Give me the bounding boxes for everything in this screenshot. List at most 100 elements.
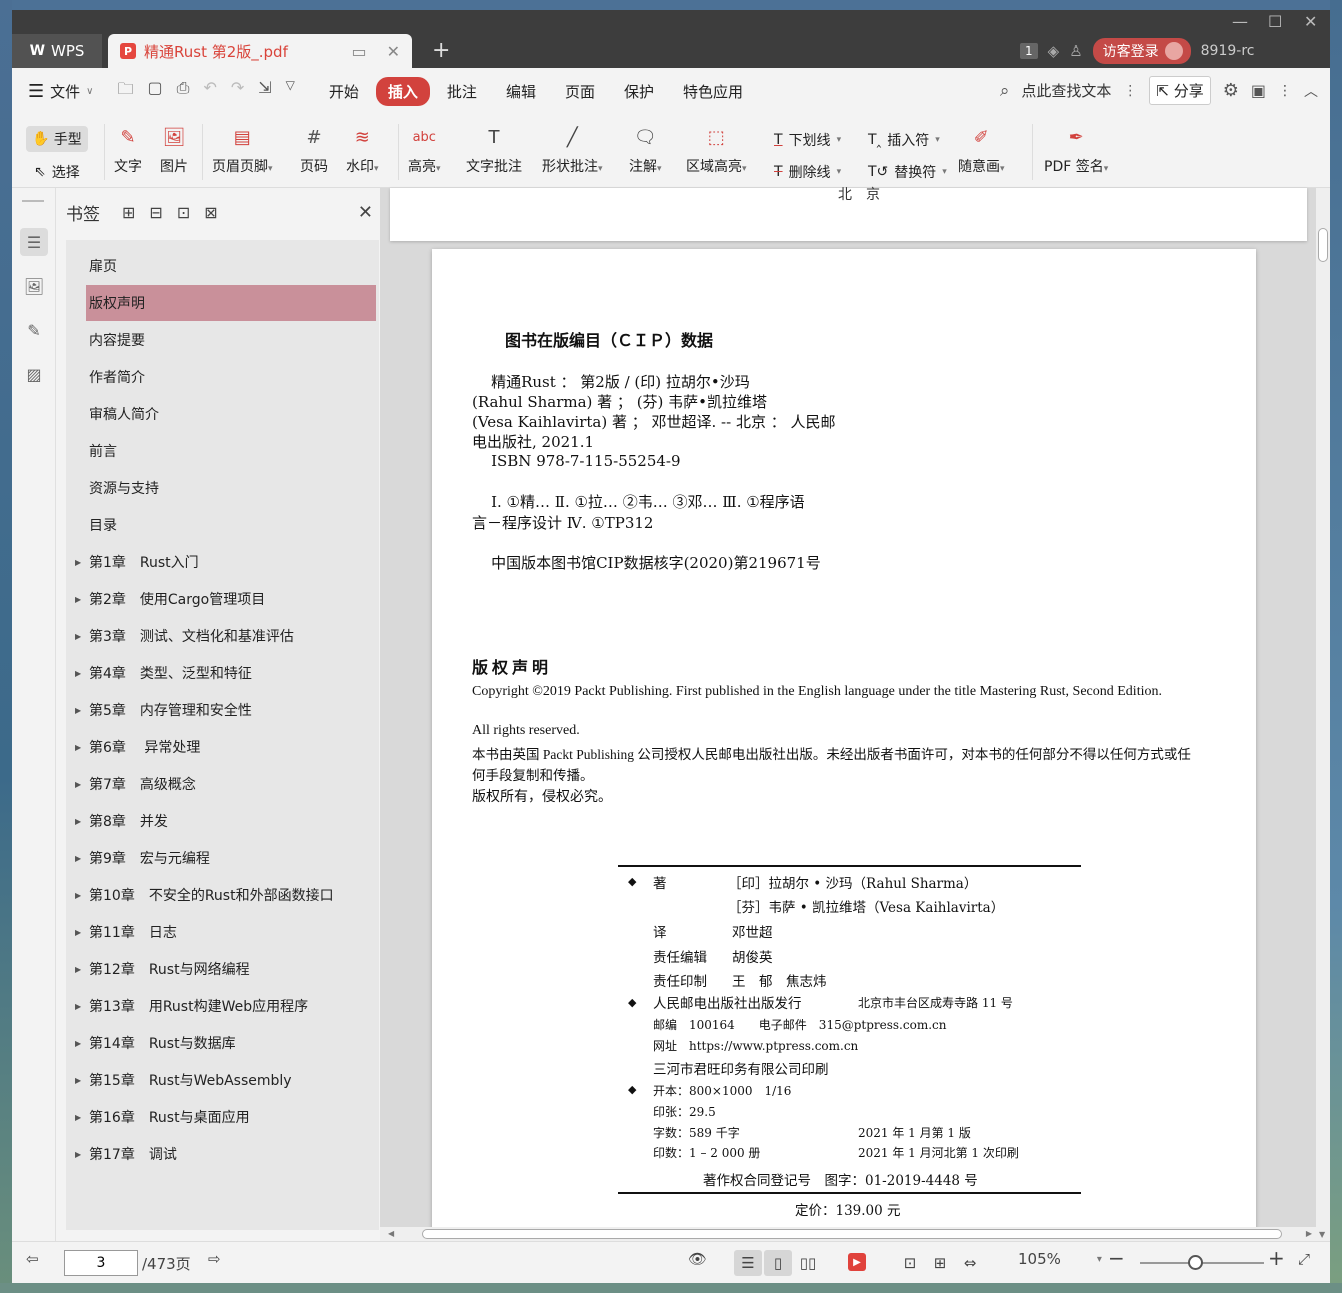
menu-protect[interactable]: 保护 — [612, 77, 666, 106]
bookmark-item[interactable]: ▶ 第9章 宏与元编程 — [75, 840, 376, 876]
area-highlight-button[interactable]: ⬚ 区域高亮▾ — [686, 124, 747, 176]
continuous-view-icon[interactable]: ☰ — [734, 1250, 762, 1276]
bookmark-item[interactable]: ▶ 第13章 用Rust构建Web应用程序 — [75, 988, 376, 1024]
expand-caret-icon[interactable]: ▶ — [75, 595, 81, 604]
select-tool-button[interactable]: ⇖ 选择 — [34, 162, 80, 182]
bookmark-settings-icon[interactable]: ⊠ — [204, 203, 217, 222]
bookmark-item[interactable]: ▶ 第2章 使用Cargo管理项目 — [75, 581, 376, 617]
horizontal-scroll-thumb[interactable] — [422, 1229, 1282, 1239]
insert-image-button[interactable]: 🖼 图片 — [160, 124, 188, 176]
bookmark-item[interactable]: ▶ 第15章 Rust与WebAssembly — [75, 1062, 376, 1098]
insert-char-button[interactable]: T‸ 插入符 ▾ — [868, 130, 940, 150]
replace-char-button[interactable]: T↺ 替换符 ▾ — [868, 162, 947, 182]
menu-edit[interactable]: 编辑 — [494, 77, 548, 106]
annotation-panel-icon[interactable]: ✎ — [20, 316, 48, 344]
expand-caret-icon[interactable]: ▶ — [75, 928, 81, 937]
bookmark-item[interactable]: 前言 — [86, 433, 376, 469]
vertical-scrollbar[interactable]: ▼ — [1316, 188, 1330, 1241]
insert-text-button[interactable]: ✎ 文字 — [114, 124, 142, 176]
login-button[interactable]: 访客登录 — [1092, 38, 1191, 64]
skin-icon[interactable]: ◈ — [1048, 42, 1060, 60]
eye-protect-icon[interactable]: 👁 — [688, 1250, 707, 1268]
close-tab-icon[interactable]: ✕ — [387, 42, 400, 61]
file-menu[interactable]: ☰ 文件 ∨ — [28, 81, 93, 102]
customize-icon[interactable]: ▽ — [286, 78, 295, 105]
strikethrough-button[interactable]: T 删除线 ▾ — [774, 162, 841, 182]
menu-insert[interactable]: 插入 — [375, 76, 430, 106]
bookmark-item[interactable]: ▶ 第3章 测试、文档化和基准评估 — [75, 618, 376, 654]
share-button[interactable]: ⇱ 分享 — [1149, 76, 1211, 105]
window-count-badge[interactable]: 1 — [1020, 43, 1038, 59]
new-tab-button[interactable]: + — [432, 38, 450, 63]
expand-bookmark-icon[interactable]: ⊡ — [177, 203, 190, 222]
document-view[interactable]: 北 京 图书在版编目（ＣＩＰ）数据 精通Rust ： 第2版 / (印) 拉胡尔… — [380, 187, 1330, 1241]
expand-caret-icon[interactable]: ▶ — [75, 1076, 81, 1085]
watermark-button[interactable]: ≋ 水印▾ — [346, 124, 379, 176]
undo-icon[interactable]: ↶ — [203, 78, 216, 105]
add-sub-bookmark-icon[interactable]: ⊟ — [149, 203, 162, 222]
horizontal-scrollbar[interactable]: ◀ ▶ — [380, 1227, 1316, 1241]
minimize-icon[interactable]: — — [1232, 12, 1248, 31]
menu-start[interactable]: 开始 — [317, 77, 371, 106]
single-page-icon[interactable]: ▯ — [764, 1250, 792, 1276]
bookmark-item[interactable]: ▶ 第16章 Rust与桌面应用 — [75, 1099, 376, 1135]
pdf-sign-button[interactable]: ✒ PDF 签名▾ — [1044, 124, 1108, 176]
bookmark-item[interactable]: ▶ 第5章 内存管理和安全性 — [75, 692, 376, 728]
redo-icon[interactable]: ↷ — [231, 78, 244, 105]
close-panel-icon[interactable]: ✕ — [358, 202, 373, 223]
expand-caret-icon[interactable]: ▶ — [75, 891, 81, 900]
expand-caret-icon[interactable]: ▶ — [75, 558, 81, 567]
expand-caret-icon[interactable]: ▶ — [75, 780, 81, 789]
actual-size-icon[interactable]: ⊡ — [896, 1250, 924, 1276]
expand-caret-icon[interactable]: ▶ — [75, 854, 81, 863]
highlight-button[interactable]: abc 高亮▾ — [408, 124, 441, 176]
bookmark-item[interactable]: 审稿人简介 — [86, 396, 376, 432]
next-page-icon[interactable]: ⇨ — [208, 1250, 221, 1268]
monitor-icon[interactable]: ▭ — [351, 42, 366, 61]
open-folder-icon[interactable]: 🗀 — [117, 78, 133, 105]
fullscreen-icon[interactable]: ⤢ — [1298, 1250, 1310, 1268]
expand-caret-icon[interactable]: ▶ — [75, 632, 81, 641]
bookmark-item[interactable]: 目录 — [86, 507, 376, 543]
expand-caret-icon[interactable]: ▶ — [75, 1150, 81, 1159]
bookmark-item[interactable]: ▶ 第14章 Rust与数据库 — [75, 1025, 376, 1061]
bookmark-item[interactable]: ▶ 第12章 Rust与网络编程 — [75, 951, 376, 987]
bookmark-item[interactable]: ▶ 第7章 高级概念 — [75, 766, 376, 802]
gear-icon[interactable]: ⚙ — [1223, 80, 1239, 101]
scroll-right-icon[interactable]: ▶ — [1306, 1229, 1312, 1238]
add-bookmark-icon[interactable]: ⊞ — [122, 203, 135, 222]
bookmark-item[interactable]: ▶ 第4章 类型、泛型和特征 — [75, 655, 376, 691]
save-icon[interactable]: ▢ — [148, 78, 163, 105]
maximize-icon[interactable]: ☐ — [1268, 12, 1282, 31]
page-number-button[interactable]: # 页码 — [300, 124, 328, 176]
menu-features[interactable]: 特色应用 — [671, 77, 755, 106]
zoom-level[interactable]: 105% — [1018, 1250, 1061, 1268]
annotation-button[interactable]: 🗨 注解▾ — [629, 124, 662, 176]
wps-home-tab[interactable]: W WPS — [12, 34, 102, 68]
signature-panel-icon[interactable]: ▨ — [20, 360, 48, 388]
bookmark-item[interactable]: ▶ 第17章 调试 — [75, 1136, 376, 1172]
scroll-left-icon[interactable]: ◀ — [388, 1229, 394, 1238]
bookmark-item[interactable]: 内容提要 — [86, 322, 376, 358]
bookmark-item[interactable]: ▶ 第11章 日志 — [75, 914, 376, 950]
bookmark-item[interactable]: ▶ 第8章 并发 — [75, 803, 376, 839]
menu-comment[interactable]: 批注 — [435, 77, 489, 106]
shirt-icon[interactable]: ♙ — [1069, 42, 1082, 60]
fit-width-icon[interactable]: ⇔ — [956, 1250, 984, 1276]
expand-caret-icon[interactable]: ▶ — [75, 1039, 81, 1048]
header-footer-button[interactable]: ▤ 页眉页脚▾ — [212, 124, 273, 176]
bookmark-item[interactable]: ▶ 第1章 Rust入门 — [75, 544, 376, 580]
document-tab[interactable]: P 精通Rust 第2版_.pdf ▭ ✕ — [108, 34, 412, 68]
search-icon[interactable]: ⌕ — [1000, 81, 1010, 101]
expand-caret-icon[interactable]: ▶ — [75, 965, 81, 974]
zoom-dropdown-icon[interactable]: ▾ — [1097, 1254, 1102, 1265]
hand-tool-button[interactable]: ✋ 手型 — [26, 126, 88, 152]
zoom-slider-knob[interactable] — [1188, 1255, 1203, 1270]
bookmark-item[interactable]: 扉页 — [86, 248, 376, 284]
underline-button[interactable]: T 下划线 ▾ — [774, 130, 841, 150]
expand-caret-icon[interactable]: ▶ — [75, 1113, 81, 1122]
prev-page-icon[interactable]: ⇦ — [26, 1250, 39, 1268]
expand-caret-icon[interactable]: ▶ — [75, 817, 81, 826]
page-number-input[interactable] — [64, 1250, 138, 1276]
zoom-in-icon[interactable]: + — [1268, 1246, 1285, 1270]
